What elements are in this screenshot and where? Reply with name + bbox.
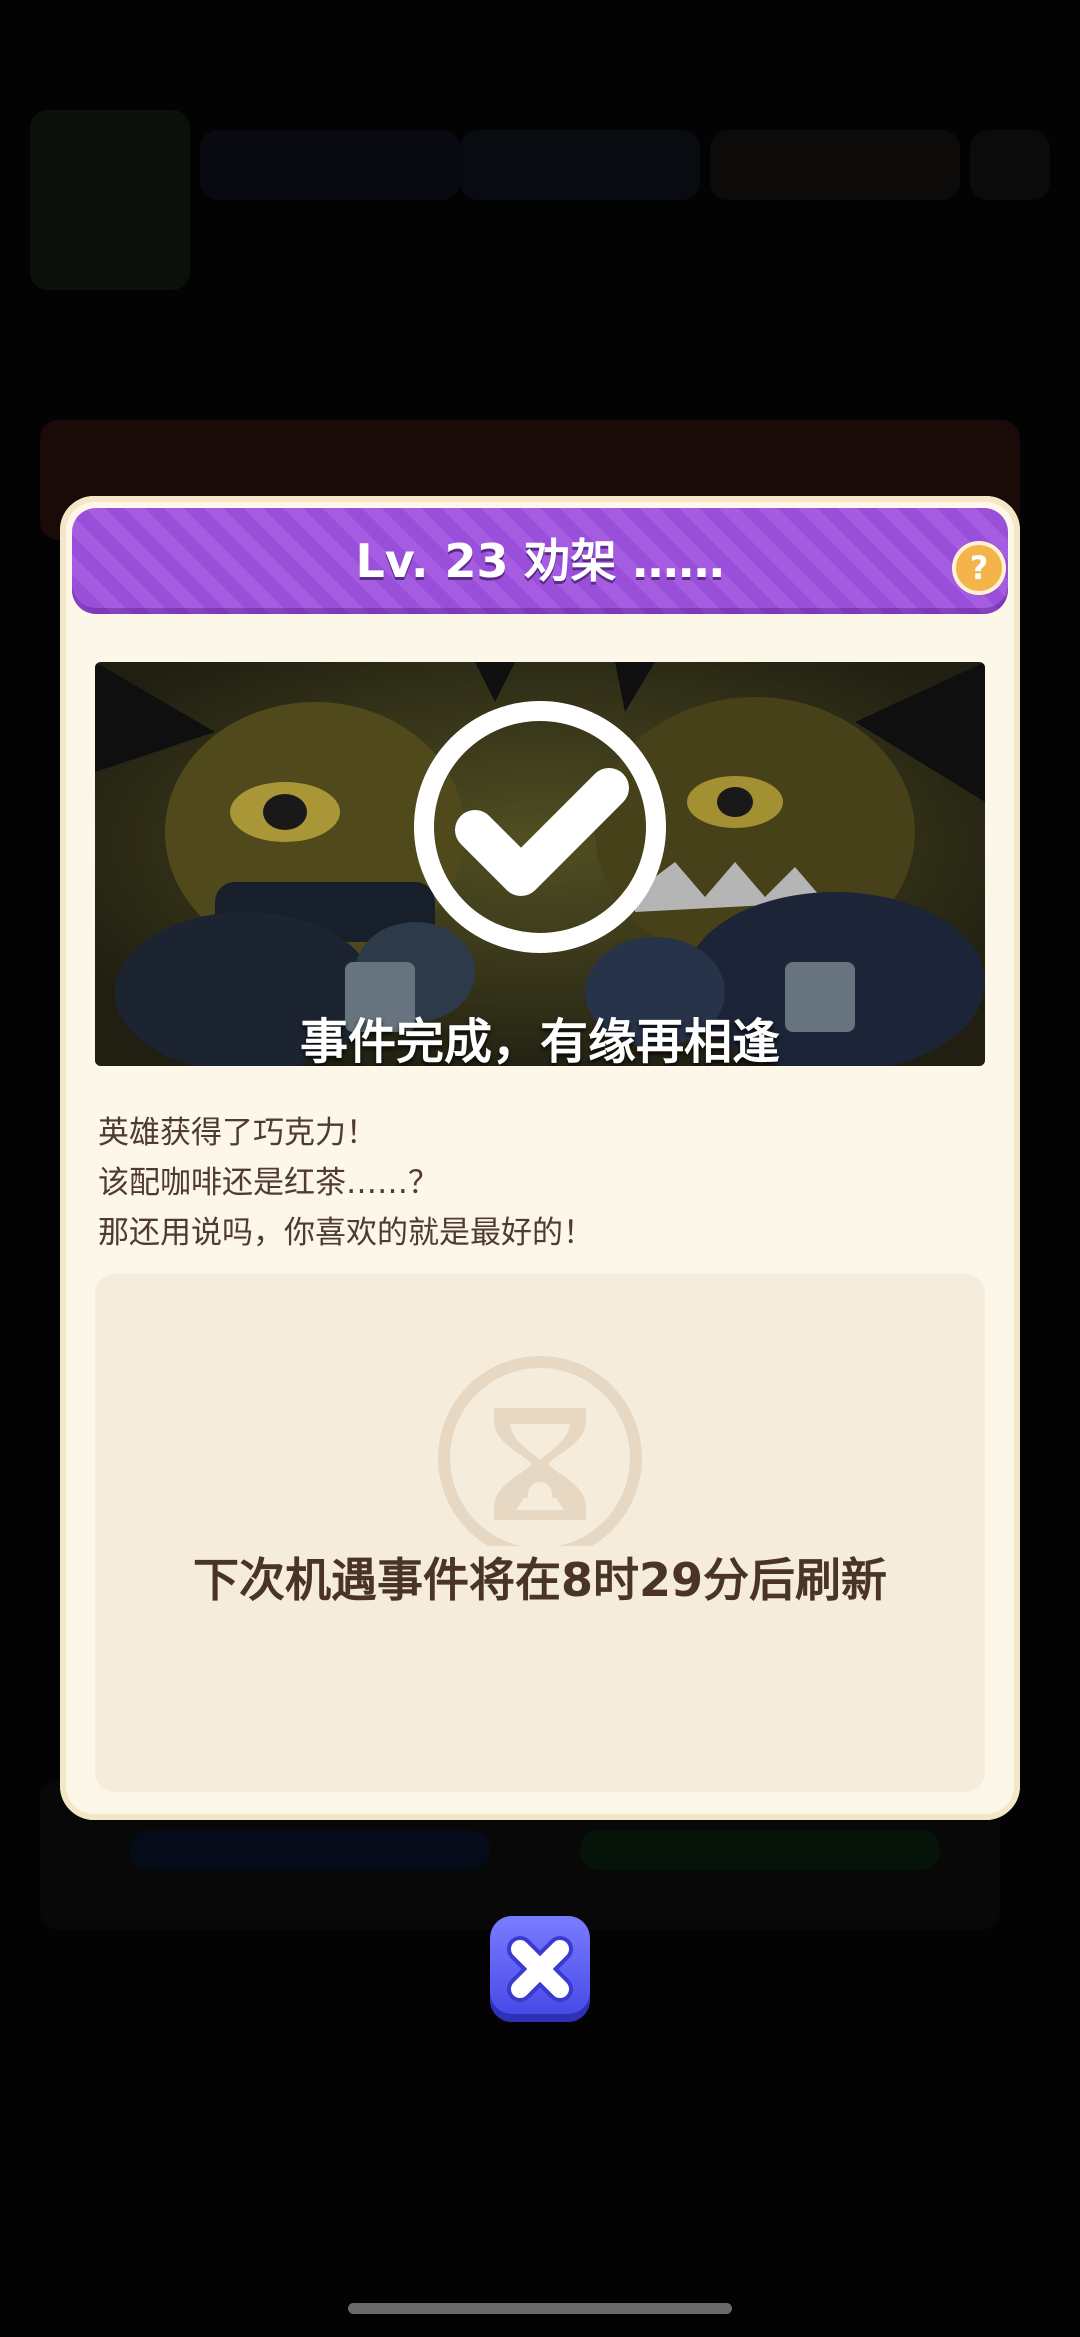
modal-title: Lv. 23 劝架 …… — [355, 534, 725, 588]
modal-header: Lv. 23 劝架 …… ? — [72, 508, 1008, 614]
question-icon[interactable]: ? — [956, 545, 1002, 591]
description-line: 该配咖啡还是红茶……？ — [98, 1165, 439, 1201]
refresh-timer-text: 下次机遇事件将在8时29分后刷新 — [192, 1553, 888, 1607]
description-line: 英雄获得了巧克力！ — [98, 1115, 377, 1151]
hourglass-icon — [438, 1356, 642, 1546]
banner-caption: 事件完成，有缘再相逢 — [299, 1014, 780, 1066]
checkmark-circle-icon — [414, 701, 666, 953]
home-indicator[interactable] — [348, 2303, 732, 2314]
close-button[interactable] — [490, 1916, 590, 2022]
description-line: 那还用说吗，你喜欢的就是最好的！ — [98, 1215, 594, 1251]
event-banner: 事件完成，有缘再相逢 — [95, 662, 985, 1066]
event-modal: Lv. 23 劝架 …… ? 事件完成，有缘再相逢 英雄获得了巧克力！ 该配咖啡… — [60, 496, 1020, 1820]
refresh-timer-panel: 下次机遇事件将在8时29分后刷新 — [95, 1274, 985, 1792]
close-icon — [507, 1936, 573, 2002]
event-description: 英雄获得了巧克力！ 该配咖啡还是红茶……？ 那还用说吗，你喜欢的就是最好的！ — [98, 1108, 978, 1258]
